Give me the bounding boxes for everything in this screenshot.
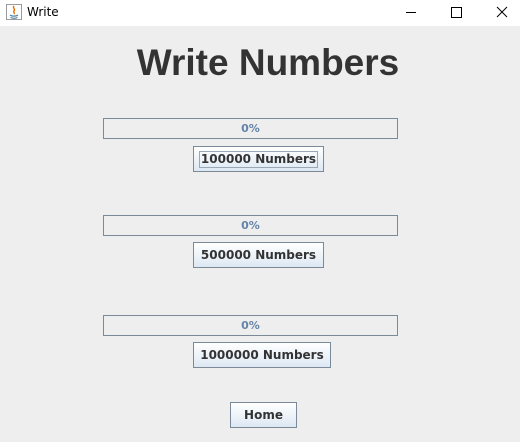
page-title: Write Numbers bbox=[136, 42, 400, 83]
button-label: 100000 Numbers bbox=[198, 151, 319, 168]
progress-percent-label: 0% bbox=[241, 122, 260, 135]
minimize-icon bbox=[406, 12, 416, 13]
progress-percent-label: 0% bbox=[241, 319, 260, 332]
window-title: Write bbox=[27, 5, 59, 19]
progress-bar-100000: 0% bbox=[103, 118, 398, 139]
minimize-button[interactable] bbox=[388, 0, 434, 26]
write-1000000-numbers-button[interactable]: 1000000 Numbers bbox=[193, 342, 331, 368]
close-icon bbox=[496, 6, 508, 18]
button-label: 1000000 Numbers bbox=[200, 348, 324, 362]
write-100000-numbers-button[interactable]: 100000 Numbers bbox=[193, 146, 324, 172]
maximize-icon bbox=[451, 7, 462, 18]
progress-bar-1000000: 0% bbox=[103, 315, 398, 336]
write-500000-numbers-button[interactable]: 500000 Numbers bbox=[193, 242, 324, 268]
close-button[interactable] bbox=[478, 0, 520, 26]
progress-percent-label: 0% bbox=[241, 219, 260, 232]
title-bar[interactable]: Write bbox=[0, 0, 520, 26]
home-button[interactable]: Home bbox=[230, 402, 297, 428]
progress-bar-500000: 0% bbox=[103, 215, 398, 236]
maximize-button[interactable] bbox=[434, 0, 480, 26]
java-icon bbox=[6, 4, 22, 20]
button-label: Home bbox=[244, 408, 283, 422]
button-label: 500000 Numbers bbox=[200, 248, 317, 262]
